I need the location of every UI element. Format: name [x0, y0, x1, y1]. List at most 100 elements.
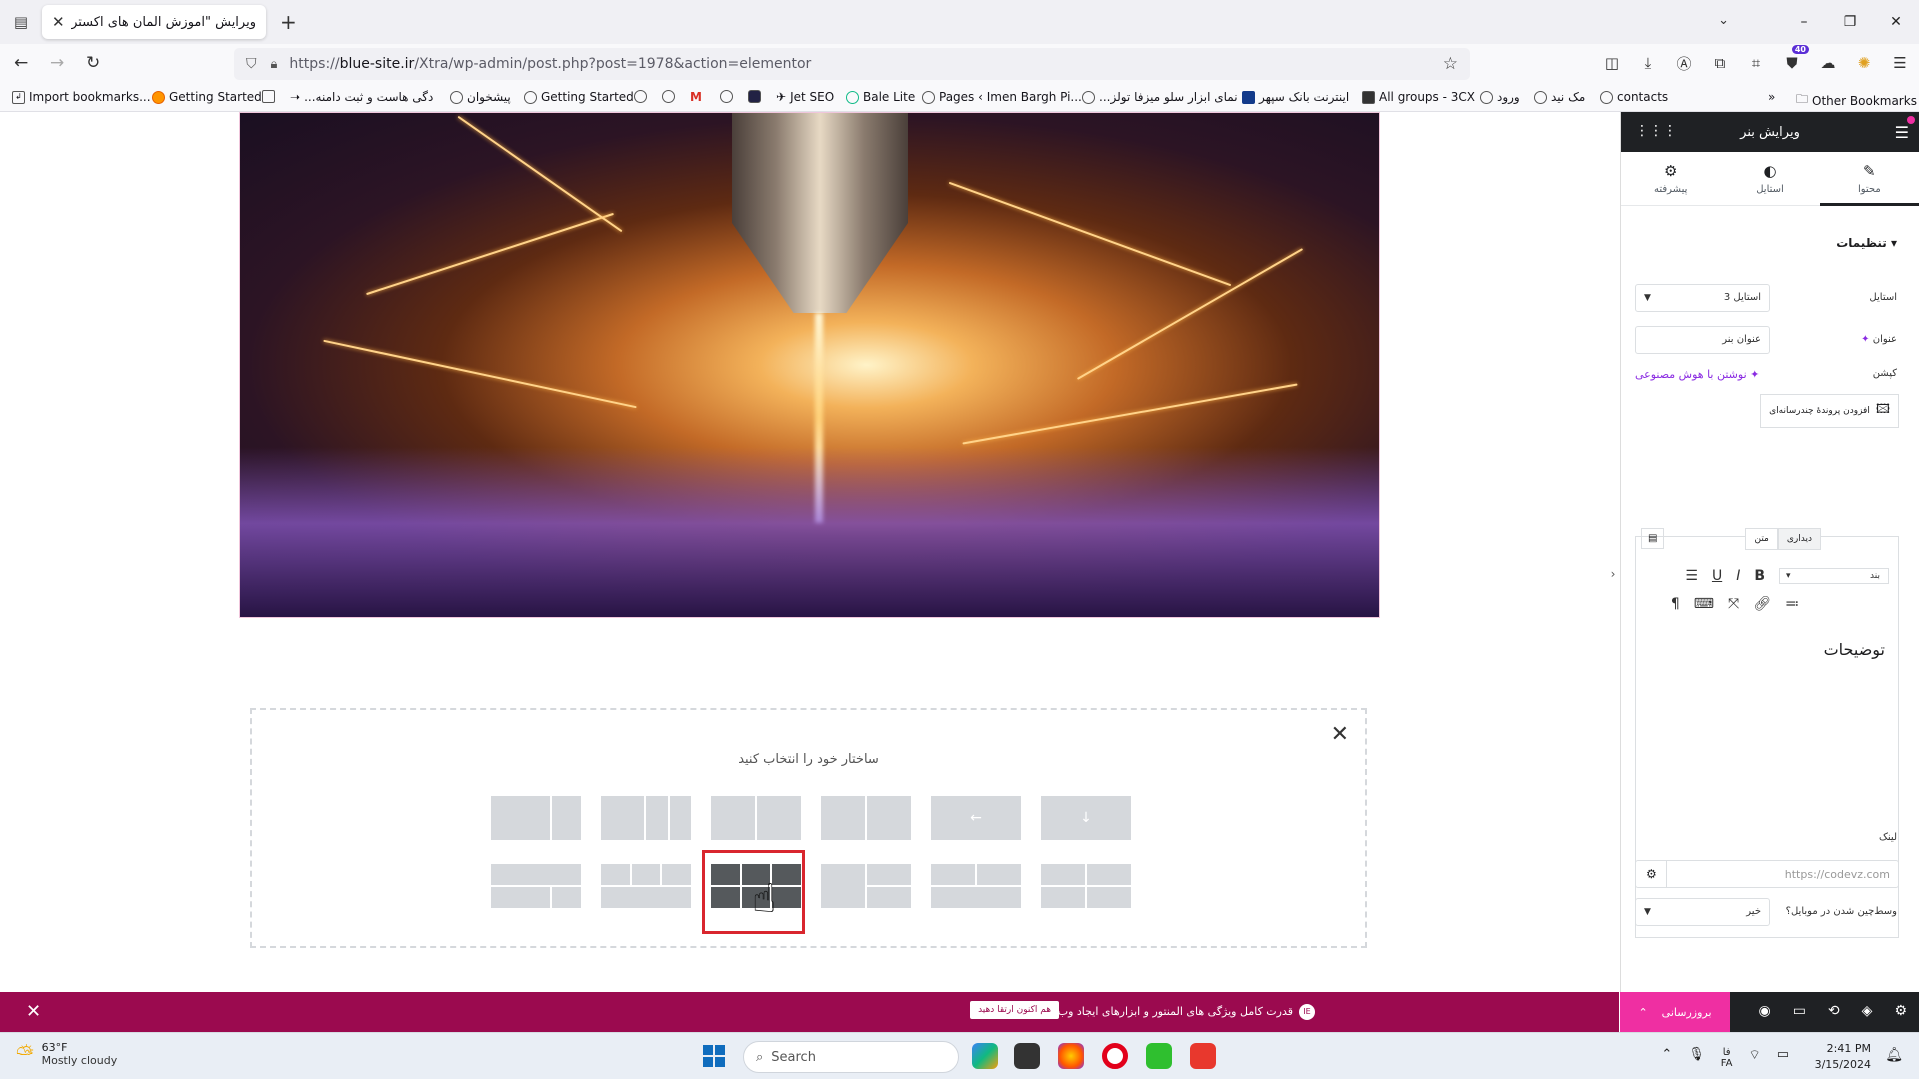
new-tab-icon[interactable]: +	[280, 10, 297, 34]
link-field[interactable]: ⚙ https://codevz.com	[1635, 860, 1899, 888]
preset-grid-left-tall[interactable]	[821, 864, 911, 908]
chevron-up-icon[interactable]: ⌃	[1638, 1006, 1647, 1019]
notification-bell-icon[interactable]: 🔔︎	[1885, 1047, 1903, 1063]
underline-icon[interactable]: U	[1712, 568, 1722, 584]
firefox-icon[interactable]	[1058, 1043, 1084, 1069]
mobile-select[interactable]: خیر ▼	[1635, 898, 1770, 926]
bookmark-getting-started-2[interactable]: Getting Started	[524, 90, 634, 104]
bookmark-globe-c[interactable]	[720, 90, 733, 103]
close-window-icon[interactable]: ✕	[1873, 14, 1919, 30]
bookmark-globe-b[interactable]	[662, 90, 675, 103]
style-select[interactable]: استایل 3 ▼	[1635, 284, 1770, 312]
reload-icon[interactable]: ↻	[86, 53, 100, 73]
taskbar-search[interactable]: ⌕ Search	[743, 1041, 959, 1073]
tab-style[interactable]: ◐ استایل	[1720, 152, 1819, 205]
hero-image-laser-cutter[interactable]	[239, 112, 1380, 618]
bookmark-3cx[interactable]: All groups - 3CX	[1362, 90, 1475, 104]
settings-gear-icon[interactable]: ⚙	[1894, 1003, 1907, 1019]
forward-icon[interactable]: →	[50, 53, 64, 73]
back-icon[interactable]: ←	[14, 53, 28, 73]
close-icon[interactable]: ✕	[1331, 722, 1349, 747]
bookmark-dashboard[interactable]: پیشخوان	[450, 90, 511, 104]
bold-icon[interactable]: B	[1754, 568, 1765, 584]
bookmark-globe-a[interactable]	[634, 90, 647, 103]
bookmark-pages[interactable]: Pages ‹ Imen Bargh Pi...	[922, 90, 1082, 104]
responsive-mode-icon[interactable]: ▭	[1793, 1003, 1806, 1019]
tab-visual[interactable]: دیداری	[1777, 528, 1821, 550]
preset-2-col[interactable]	[711, 796, 801, 840]
shield-icon[interactable]: ⛉	[246, 56, 257, 72]
account-icon[interactable]: Ⓐ	[1671, 50, 1697, 76]
navigator-layers-icon[interactable]: ◈	[1862, 1003, 1873, 1019]
chevron-down-icon[interactable]: ⌄	[1718, 13, 1729, 28]
cloud-extension-icon[interactable]: ☁	[1815, 50, 1841, 76]
camtasia-red-icon[interactable]	[1190, 1043, 1216, 1069]
preset-grid-2-top[interactable]	[931, 864, 1021, 908]
hamburger-icon[interactable]: ☰	[1895, 123, 1909, 142]
preset-2-col-alt[interactable]	[821, 796, 911, 840]
bookmark-app[interactable]	[748, 90, 761, 103]
bookmarks-overflow-icon[interactable]: »	[1768, 90, 1775, 104]
editor-content[interactable]: توضیحات	[1824, 640, 1885, 659]
bookmark-star-icon[interactable]: ☆	[1443, 54, 1458, 74]
ai-write-link[interactable]: ✦ نوشتن با هوش مصنوعی	[1635, 368, 1759, 381]
bookmark-login[interactable]: ورود	[1480, 90, 1520, 104]
bookmark-calendar[interactable]	[262, 90, 275, 103]
chevron-up-icon[interactable]: ⌃	[1661, 1047, 1672, 1069]
windows-start-icon[interactable]	[703, 1045, 725, 1067]
preset-2-col-60-40[interactable]	[491, 796, 581, 840]
crop-icon[interactable]: ⌗	[1743, 50, 1769, 76]
bookmark-import[interactable]: ↲ Import bookmarks...	[12, 90, 151, 104]
minimize-icon[interactable]: –	[1781, 14, 1827, 30]
restore-icon[interactable]: ❐	[1827, 14, 1873, 30]
microphone-icon[interactable]: 🎙︎	[1688, 1047, 1705, 1069]
bookmark-bale-lite[interactable]: Bale Lite	[846, 90, 915, 104]
preset-3-col-wide-left[interactable]	[601, 796, 691, 840]
lock-icon[interactable]: 🔒︎	[271, 57, 278, 72]
tab-advanced[interactable]: ⚙ پیشرفته	[1621, 152, 1720, 205]
bookmark-sepah-bank[interactable]: اینترنت بانک سپهر	[1242, 90, 1349, 104]
section-settings[interactable]: ▾ تنظیمات	[1643, 236, 1897, 250]
link-icon[interactable]: 🔗︎	[1753, 596, 1771, 612]
bookmark-host[interactable]: ➝ ...دگی هاست و ثبت دامنه	[290, 90, 433, 104]
weather-widget[interactable]: ⛅︎ 63°F Mostly cloudy	[16, 1041, 117, 1067]
bookmark-contacts[interactable]: contacts	[1600, 90, 1668, 104]
tab-text[interactable]: متن	[1745, 528, 1778, 550]
paragraph-rtl-icon[interactable]: ¶	[1671, 596, 1680, 612]
widgets-grid-icon[interactable]: ⋮⋮⋮	[1635, 123, 1677, 139]
battery-icon[interactable]: ▭	[1777, 1047, 1789, 1069]
upgrade-now-button[interactable]: هم اکنون ارتقا دهید	[970, 1001, 1059, 1019]
title-input[interactable]: عنوان بنر	[1635, 326, 1770, 354]
paragraph-select[interactable]: بند ▾	[1779, 568, 1889, 584]
clock[interactable]: 2:41 PM 3/15/2024	[1815, 1041, 1871, 1073]
sun-extension-icon[interactable]: ✺	[1851, 50, 1877, 76]
keyboard-icon[interactable]: ⌨	[1694, 596, 1714, 612]
bookmark-gmail[interactable]: M	[690, 90, 702, 104]
language-indicator[interactable]: فا FA	[1721, 1047, 1733, 1069]
copilot-icon[interactable]	[972, 1043, 998, 1069]
bookmark-jet-seo[interactable]: ✈ Jet SEO	[776, 90, 834, 104]
copy-icon[interactable]: ▤	[1641, 528, 1665, 549]
bookmark-tools[interactable]: ...نمای ابزار سلو میزفا تولز	[1082, 90, 1238, 104]
preset-grid-2x2[interactable]	[1041, 864, 1131, 908]
preset-grid-wide-top[interactable]	[491, 864, 581, 908]
pocket-icon[interactable]: ◫	[1599, 50, 1625, 76]
italic-icon[interactable]: I	[1736, 568, 1740, 584]
bookmark-getting-started-1[interactable]: Getting Started	[152, 90, 262, 104]
download-icon[interactable]: ⤓	[1635, 50, 1661, 76]
taskview-icon[interactable]	[1014, 1043, 1040, 1069]
add-media-button[interactable]: 🖾︎ افزودن پروندهٔ چندرسانه‌ای	[1760, 394, 1899, 428]
numbered-list-icon[interactable]: ≔	[1785, 596, 1799, 612]
preset-row-direction[interactable]: ←	[931, 796, 1021, 840]
other-bookmarks[interactable]: 🗀︎ Other Bookmarks	[1796, 90, 1917, 111]
preset-grid-3-top[interactable]	[601, 864, 691, 908]
url-text[interactable]: https://blue-site.ir/Xtra/wp-admin/post.…	[289, 56, 811, 72]
panel-collapse-chevron-icon[interactable]: ›	[1606, 556, 1620, 592]
menu-icon[interactable]: ☰	[1887, 50, 1913, 76]
url-bar[interactable]: ⛉ 🔒︎ https://blue-site.ir/Xtra/wp-admin/…	[234, 48, 1470, 80]
bookmark-mac[interactable]: مک نید	[1534, 90, 1585, 104]
active-tab[interactable]: ویرایش "آموزش المان های اکسترا – ✕	[42, 5, 266, 39]
tab-content[interactable]: ✎ محتوا	[1819, 152, 1919, 206]
link-settings-gear-icon[interactable]: ⚙	[1646, 867, 1657, 881]
update-button[interactable]: بروزرسانی ⌃	[1620, 992, 1730, 1032]
